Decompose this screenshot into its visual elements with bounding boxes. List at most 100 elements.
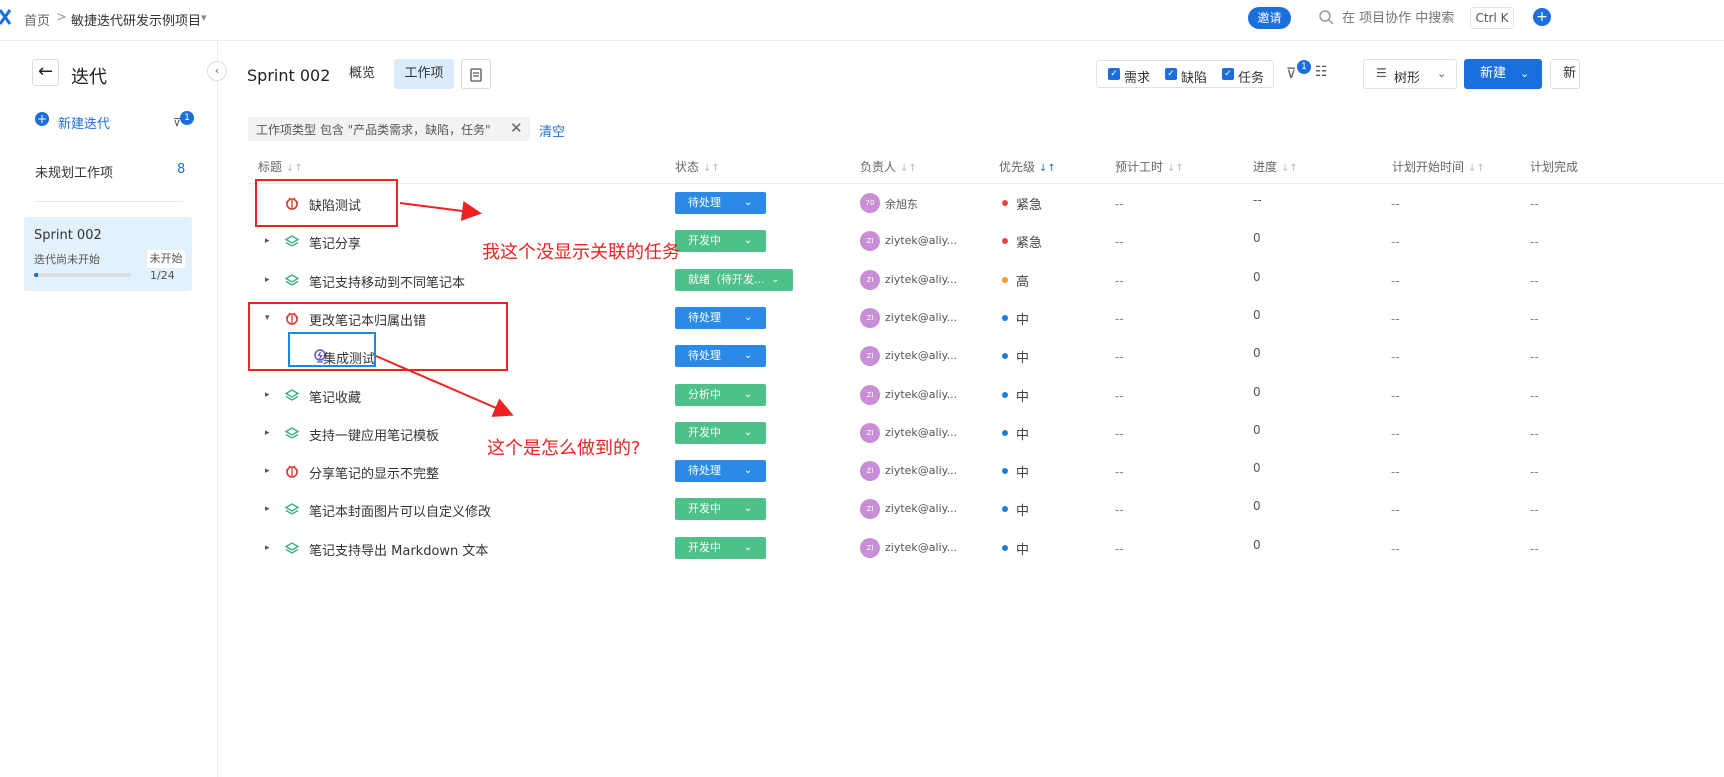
column-header-start[interactable]: 计划开始时间 ↓↑ <box>1392 158 1485 175</box>
assignee-name[interactable]: ziytek@aliy... <box>885 426 957 439</box>
status-dropdown[interactable]: 分析中 ⌄ <box>675 383 766 406</box>
column-header-progress[interactable]: 进度 ↓↑ <box>1253 158 1298 175</box>
assignee-name[interactable]: ziytek@aliy... <box>885 311 957 324</box>
status-dropdown[interactable]: 待处理 ⌄ <box>675 345 766 368</box>
create-plus-icon[interactable]: + <box>1533 8 1551 26</box>
status-dropdown[interactable]: 开发中 ⌄ <box>675 421 766 444</box>
collapse-sidebar-icon[interactable]: ‹ <box>207 61 227 81</box>
table-row[interactable]: ▸ 笔记支持导出 Markdown 文本 开发中 ⌄ ZI ziytek@ali… <box>248 529 1724 567</box>
start-date-cell[interactable]: -- <box>1391 312 1400 326</box>
start-date-cell[interactable]: -- <box>1391 350 1400 364</box>
end-date-cell[interactable]: -- <box>1530 542 1539 556</box>
work-item-title[interactable]: 分享笔记的显示不完整 <box>309 463 439 482</box>
unplanned-items-link[interactable]: 未规划工作项 <box>35 162 113 181</box>
assignee-name[interactable]: ziytek@aliy... <box>885 541 957 554</box>
priority-label[interactable]: 紧急 <box>1016 232 1042 251</box>
progress-cell[interactable]: 0 <box>1253 308 1261 322</box>
end-date-cell[interactable]: -- <box>1530 465 1539 479</box>
sort-icon[interactable]: ↓↑ <box>286 163 303 174</box>
checkbox-defect-label[interactable]: 缺陷 <box>1181 67 1207 86</box>
column-header-assignee[interactable]: 负责人 ↓↑ <box>860 158 917 175</box>
start-date-cell[interactable]: -- <box>1391 427 1400 441</box>
priority-label[interactable]: 中 <box>1016 539 1029 558</box>
chevron-down-icon[interactable]: ⌄ <box>1520 59 1529 89</box>
work-item-title[interactable]: 笔记支持导出 Markdown 文本 <box>309 540 488 559</box>
expand-toggle-icon[interactable]: ▸ <box>265 504 270 514</box>
progress-cell[interactable]: 0 <box>1253 270 1261 284</box>
start-date-cell[interactable]: -- <box>1391 274 1400 288</box>
start-date-cell[interactable]: -- <box>1391 235 1400 249</box>
expand-toggle-icon[interactable]: ▸ <box>265 428 270 438</box>
status-dropdown[interactable]: 待处理 ⌄ <box>675 306 766 329</box>
checkbox-requirement-label[interactable]: 需求 <box>1124 67 1150 86</box>
progress-cell[interactable]: 0 <box>1253 231 1261 245</box>
breadcrumb-project[interactable]: 敏捷迭代研发示例项目 <box>71 10 201 29</box>
assignee-name[interactable]: ziytek@aliy... <box>885 349 957 362</box>
estimate-cell[interactable]: -- <box>1115 350 1124 364</box>
priority-label[interactable]: 中 <box>1016 462 1029 481</box>
table-row[interactable]: ▸ 笔记收藏 分析中 ⌄ ZI ziytek@aliy... 中 -- 0 --… <box>248 376 1724 414</box>
status-dropdown[interactable]: 就绪（待开发... ⌄ <box>675 268 793 291</box>
project-dropdown-icon[interactable]: ▾ <box>201 11 207 24</box>
new-iteration-button[interactable]: 新建迭代 <box>58 113 110 132</box>
column-header-title[interactable]: 标题 ↓↑ <box>258 158 303 175</box>
sort-icon[interactable]: ↓↑ <box>1039 163 1056 174</box>
priority-label[interactable]: 中 <box>1016 386 1029 405</box>
filter-icon[interactable]: ⊽ <box>1286 66 1296 82</box>
start-date-cell[interactable]: -- <box>1391 465 1400 479</box>
expand-toggle-icon[interactable]: ▸ <box>265 236 270 246</box>
checkbox-task[interactable]: ✓ <box>1222 68 1234 80</box>
expand-toggle-icon[interactable]: ▸ <box>265 466 270 476</box>
column-header-estimate[interactable]: 预计工时 ↓↑ <box>1115 158 1184 175</box>
table-row[interactable]: ▸ 分享笔记的显示不完整 待处理 ⌄ ZI ziytek@aliy... 中 -… <box>248 452 1724 490</box>
table-row[interactable]: ▸ 笔记分享 开发中 ⌄ ZI ziytek@aliy... 紧急 -- 0 -… <box>248 222 1724 260</box>
estimate-cell[interactable]: -- <box>1115 312 1124 326</box>
sort-icon[interactable]: ↓↑ <box>1281 163 1298 174</box>
end-date-cell[interactable]: -- <box>1530 235 1539 249</box>
expand-toggle-icon[interactable]: ▸ <box>265 275 270 285</box>
status-dropdown[interactable]: 开发中 ⌄ <box>675 536 766 559</box>
view-mode-select[interactable]: ☰ 树形 ⌄ <box>1363 59 1457 89</box>
invite-button[interactable]: 邀请 <box>1248 7 1291 29</box>
column-header-status[interactable]: 状态 ↓↑ <box>675 158 720 175</box>
estimate-cell[interactable]: -- <box>1115 274 1124 288</box>
status-dropdown[interactable]: 开发中 ⌄ <box>675 498 766 521</box>
priority-label[interactable]: 中 <box>1016 424 1029 443</box>
tab-document[interactable] <box>461 59 491 89</box>
priority-label[interactable]: 高 <box>1016 271 1029 290</box>
assignee-name[interactable]: ziytek@aliy... <box>885 273 957 286</box>
estimate-cell[interactable]: -- <box>1115 465 1124 479</box>
priority-label[interactable]: 中 <box>1016 347 1029 366</box>
close-icon[interactable]: ✕ <box>510 119 523 137</box>
start-date-cell[interactable]: -- <box>1391 503 1400 517</box>
estimate-cell[interactable]: -- <box>1115 503 1124 517</box>
status-dropdown[interactable]: 待处理 ⌄ <box>675 460 766 483</box>
progress-cell[interactable]: 0 <box>1253 346 1261 360</box>
sort-icon[interactable]: ↓↑ <box>1468 163 1485 174</box>
start-date-cell[interactable]: -- <box>1391 197 1400 211</box>
progress-cell[interactable]: 0 <box>1253 423 1261 437</box>
expand-toggle-icon[interactable]: ▸ <box>265 390 270 400</box>
estimate-cell[interactable]: -- <box>1115 542 1124 556</box>
sort-icon[interactable]: ↓↑ <box>900 163 917 174</box>
clear-filters-link[interactable]: 清空 <box>539 121 565 140</box>
assignee-name[interactable]: ziytek@aliy... <box>885 502 957 515</box>
search-input[interactable] <box>1342 9 1462 27</box>
estimate-cell[interactable]: -- <box>1115 197 1124 211</box>
table-row[interactable]: ▸ 笔记本封面图片可以自定义修改 开发中 ⌄ ZI ziytek@aliy...… <box>248 490 1724 528</box>
table-row[interactable]: ▸ 支持一键应用笔记模板 开发中 ⌄ ZI ziytek@aliy... 中 -… <box>248 414 1724 452</box>
tab-overview[interactable]: 概览 <box>342 59 382 89</box>
add-circle-icon[interactable]: + <box>35 112 49 126</box>
status-dropdown[interactable]: 待处理 ⌄ <box>675 192 766 214</box>
progress-cell[interactable]: 0 <box>1253 538 1261 552</box>
progress-cell[interactable]: 0 <box>1253 385 1261 399</box>
work-item-title[interactable]: 笔记本封面图片可以自定义修改 <box>309 501 491 520</box>
sort-icon[interactable]: ↓↑ <box>1167 163 1184 174</box>
start-date-cell[interactable]: -- <box>1391 542 1400 556</box>
column-header-priority[interactable]: 优先级 ↓↑ <box>999 158 1056 175</box>
sort-icon[interactable]: ↓↑ <box>703 163 720 174</box>
priority-label[interactable]: 紧急 <box>1016 194 1042 213</box>
new-item-button[interactable]: 新建 ⌄ <box>1464 59 1542 89</box>
assignee-name[interactable]: ziytek@aliy... <box>885 464 957 477</box>
expand-toggle-icon[interactable]: ▸ <box>265 543 270 553</box>
